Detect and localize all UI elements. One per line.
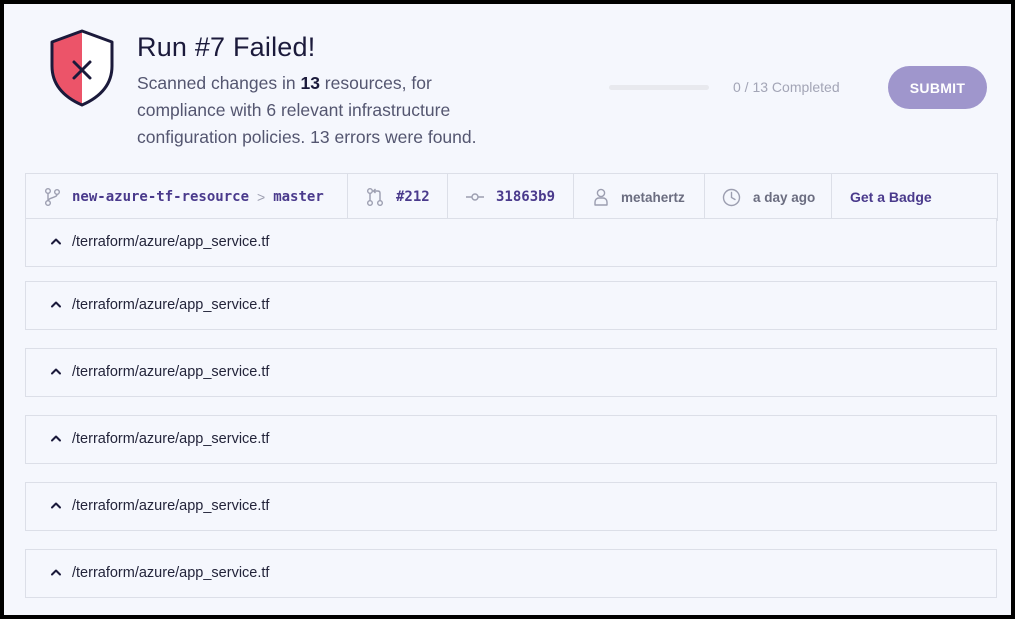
progress-bar (609, 85, 709, 90)
breadcrumb-separator: > (257, 189, 266, 205)
progress-label: 0 / 13 Completed (733, 79, 840, 95)
repo-branch-cell: new-azure-tf-resource > master (26, 174, 348, 220)
user-cell: metahertz (574, 174, 705, 220)
file-path: /terraform/azure/app_service.tf (72, 431, 270, 447)
file-row[interactable]: /terraform/azure/app_service.tf (25, 482, 997, 531)
run-description: Scanned changes in 13 resources, for com… (137, 70, 517, 151)
shield-x-icon (50, 29, 114, 107)
chevron-up-icon[interactable] (50, 499, 62, 511)
badge-cell: Get a Badge (832, 174, 997, 220)
commit-cell: 31863b9 (448, 174, 574, 220)
run-time: a day ago (753, 189, 816, 205)
run-result-panel: Run #7 Failed! Scanned changes in 13 res… (4, 4, 1011, 615)
run-meta-bar: new-azure-tf-resource > master #212 3186… (25, 173, 998, 221)
chevron-up-icon[interactable] (50, 235, 62, 247)
file-row[interactable]: /terraform/azure/app_service.tf (25, 348, 997, 397)
run-header: Run #7 Failed! Scanned changes in 13 res… (4, 4, 1011, 174)
user-icon (594, 188, 608, 206)
chevron-up-icon[interactable] (50, 298, 62, 310)
resource-count: 13 (300, 73, 320, 93)
chevron-up-icon[interactable] (50, 566, 62, 578)
file-row[interactable]: /terraform/azure/app_service.tf (25, 281, 997, 330)
chevron-up-icon[interactable] (50, 365, 62, 377)
file-path: /terraform/azure/app_service.tf (72, 565, 270, 581)
pr-cell: #212 (348, 174, 448, 220)
file-path: /terraform/azure/app_service.tf (72, 364, 270, 380)
git-branch-icon (44, 187, 60, 207)
time-cell: a day ago (705, 174, 832, 220)
get-badge-link[interactable]: Get a Badge (850, 189, 932, 205)
page-title: Run #7 Failed! (137, 32, 316, 62)
branch-name[interactable]: master (273, 189, 324, 205)
file-path: /terraform/azure/app_service.tf (72, 498, 270, 514)
pull-request-icon (366, 187, 384, 207)
pr-number[interactable]: #212 (396, 189, 430, 205)
file-row[interactable]: /terraform/azure/app_service.tf (25, 549, 997, 598)
submit-button[interactable]: SUBMIT (888, 66, 987, 109)
commit-icon (466, 191, 484, 203)
clock-icon (722, 188, 741, 207)
repo-name[interactable]: new-azure-tf-resource (72, 189, 249, 205)
description-prefix: Scanned changes in (137, 73, 301, 93)
file-path: /terraform/azure/app_service.tf (72, 234, 270, 250)
commit-sha[interactable]: 31863b9 (496, 189, 555, 205)
file-row[interactable]: /terraform/azure/app_service.tf (25, 218, 997, 267)
username: metahertz (621, 189, 685, 205)
chevron-up-icon[interactable] (50, 432, 62, 444)
file-row[interactable]: /terraform/azure/app_service.tf (25, 415, 997, 464)
file-path: /terraform/azure/app_service.tf (72, 297, 270, 313)
